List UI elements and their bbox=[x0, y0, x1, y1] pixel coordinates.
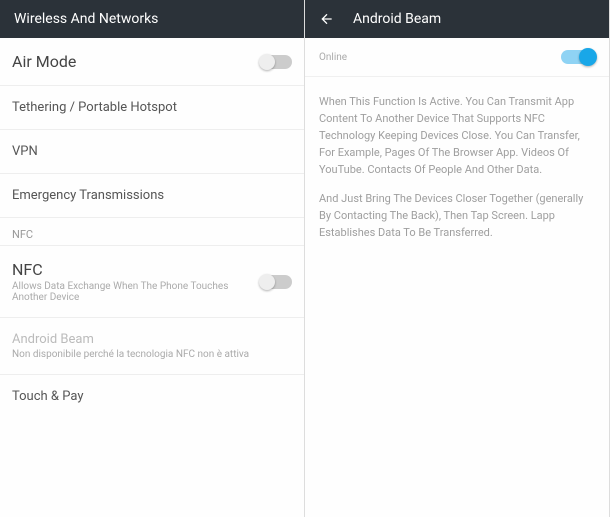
beam-description: When This Function Is Active. You Can Tr… bbox=[305, 77, 609, 269]
air-mode-label: Air Mode bbox=[12, 52, 76, 71]
beam-para-2: And Just Bring The Devices Closer Togeth… bbox=[319, 190, 595, 241]
emergency-label: Emergency Transmissions bbox=[12, 188, 164, 203]
tethering-row[interactable]: Tethering / Portable Hotspot bbox=[0, 86, 304, 130]
android-beam-pane: Android Beam Online When This Function I… bbox=[305, 0, 610, 517]
nfc-toggle[interactable] bbox=[260, 275, 292, 289]
air-mode-toggle[interactable] bbox=[260, 55, 292, 69]
beam-para-1: When This Function Is Active. You Can Tr… bbox=[319, 93, 595, 178]
air-mode-row[interactable]: Air Mode bbox=[0, 38, 304, 86]
nfc-section-header: NFC bbox=[0, 218, 304, 246]
vpn-row[interactable]: VPN bbox=[0, 130, 304, 174]
page-title-right: Android Beam bbox=[353, 11, 441, 27]
android-beam-text: Android Beam Non disponibile perché la t… bbox=[12, 332, 292, 360]
back-button[interactable] bbox=[319, 11, 335, 27]
settings-list: Air Mode Tethering / Portable Hotspot VP… bbox=[0, 38, 304, 517]
nfc-label: NFC bbox=[12, 260, 252, 279]
page-title: Wireless And Networks bbox=[14, 11, 158, 27]
beam-toggle-label: Online bbox=[319, 52, 347, 63]
beam-toggle-row[interactable]: Online bbox=[305, 38, 609, 77]
tethering-label: Tethering / Portable Hotspot bbox=[12, 100, 177, 115]
beam-toggle[interactable] bbox=[561, 50, 595, 64]
topbar-left: Wireless And Networks bbox=[0, 0, 304, 38]
android-beam-sub: Non disponibile perché la tecnologia NFC… bbox=[12, 349, 284, 360]
arrow-left-icon bbox=[319, 11, 335, 27]
android-beam-row[interactable]: Android Beam Non disponibile perché la t… bbox=[0, 318, 304, 375]
nfc-sub: Allows Data Exchange When The Phone Touc… bbox=[12, 281, 252, 303]
touch-pay-label: Touch & Pay bbox=[12, 389, 83, 404]
vpn-label: VPN bbox=[12, 144, 38, 159]
beam-content: Online When This Function Is Active. You… bbox=[305, 38, 609, 517]
wireless-networks-pane: Wireless And Networks Air Mode Tethering… bbox=[0, 0, 305, 517]
touch-pay-row[interactable]: Touch & Pay bbox=[0, 375, 304, 418]
nfc-text: NFC Allows Data Exchange When The Phone … bbox=[12, 260, 260, 303]
nfc-row[interactable]: NFC Allows Data Exchange When The Phone … bbox=[0, 246, 304, 318]
emergency-row[interactable]: Emergency Transmissions bbox=[0, 174, 304, 218]
topbar-right: Android Beam bbox=[305, 0, 609, 38]
android-beam-label: Android Beam bbox=[12, 332, 284, 347]
